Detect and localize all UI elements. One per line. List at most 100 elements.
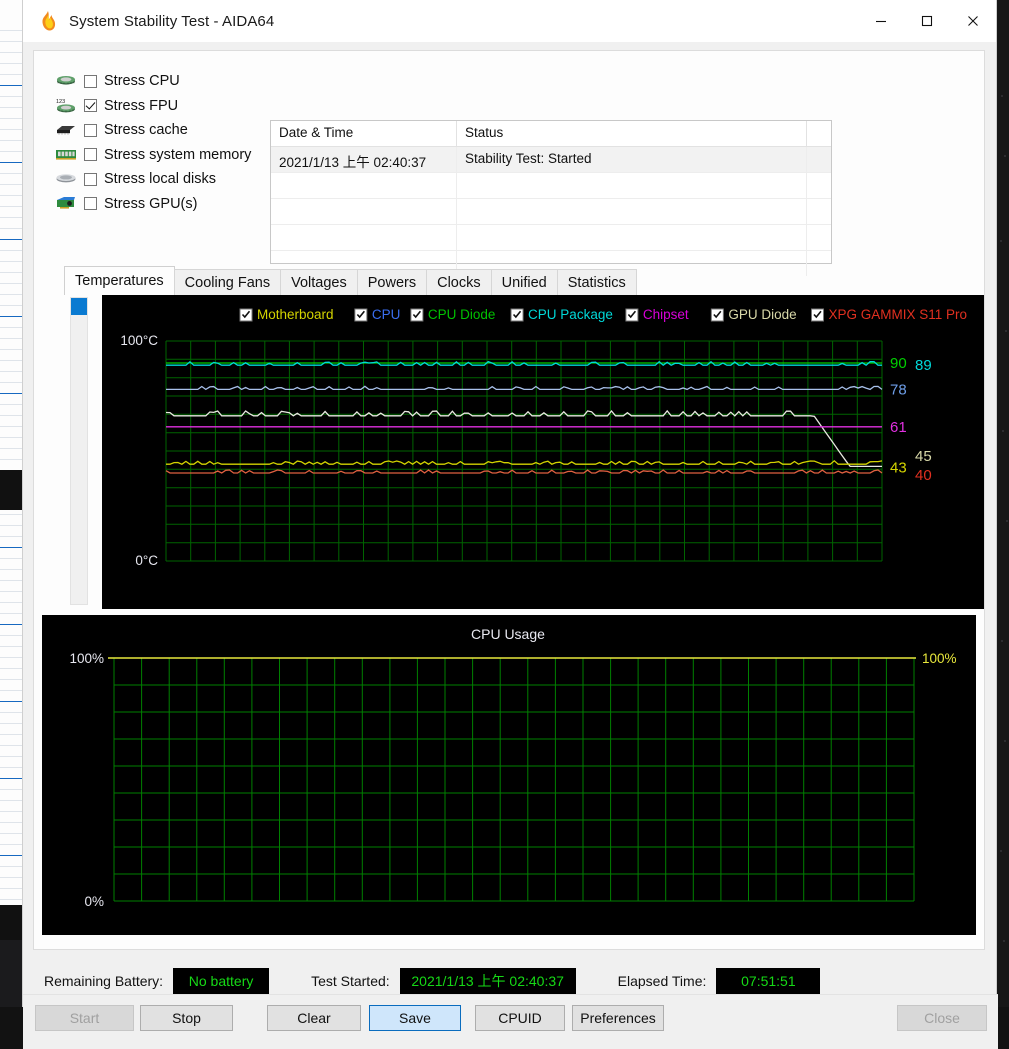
- stress-option-label: Stress local disks: [104, 171, 217, 188]
- elapsed-time-label: Elapsed Time:: [617, 973, 707, 989]
- start-button[interactable]: Start: [35, 1005, 134, 1031]
- svg-text:40: 40: [915, 467, 932, 484]
- stress-cache-checkbox[interactable]: [84, 123, 97, 137]
- tab-strip: Temperatures Cooling Fans Voltages Power…: [64, 266, 984, 295]
- tab-powers[interactable]: Powers: [356, 269, 428, 295]
- stress-options-list: Stress CPU 123 Stress FPU Stress cache S…: [54, 69, 269, 216]
- cell-status: Stability Test: Started: [457, 147, 807, 172]
- tab-label: Clocks: [437, 274, 481, 291]
- stress-option-label: Stress FPU: [104, 97, 179, 114]
- preferences-button[interactable]: Preferences: [572, 1005, 664, 1031]
- system-stability-test-window: System Stability Test - AIDA64 Stress CP…: [22, 0, 998, 1049]
- svg-text:0%: 0%: [84, 894, 104, 909]
- svg-text:Motherboard: Motherboard: [257, 307, 334, 322]
- temperatures-panel: Motherboard CPU CPU Diode CPU Package Chipse…: [64, 295, 984, 609]
- maximize-button[interactable]: [904, 0, 950, 42]
- scrollbar-thumb[interactable]: [71, 298, 87, 315]
- cell-status: [457, 173, 807, 198]
- cell-datetime: [271, 173, 457, 198]
- save-button[interactable]: Save: [369, 1005, 461, 1031]
- cell-spacer: [807, 199, 831, 224]
- stress-gpus-checkbox[interactable]: [84, 197, 97, 211]
- status-log-table[interactable]: Date & Time Status 2021/1/13 上午 02:40:37…: [270, 120, 832, 276]
- tab-cooling-fans[interactable]: Cooling Fans: [173, 269, 282, 295]
- svg-text:GPU Diode: GPU Diode: [728, 307, 796, 322]
- svg-text:100°C: 100°C: [120, 333, 158, 348]
- window-title: System Stability Test - AIDA64: [69, 12, 275, 30]
- tab-label: Statistics: [567, 274, 626, 291]
- minimize-button[interactable]: [858, 0, 904, 42]
- cell-spacer: [807, 225, 831, 250]
- tab-temperatures[interactable]: Temperatures: [64, 266, 175, 295]
- cpu-chip-icon: [54, 72, 78, 90]
- cpu-usage-graph[interactable]: CPU Usage 100% 0% 100%: [42, 615, 976, 935]
- table-row[interactable]: [271, 225, 831, 251]
- tab-label: Voltages: [291, 274, 347, 291]
- tab-clocks[interactable]: Clocks: [426, 269, 492, 295]
- stress-system-memory-checkbox[interactable]: [84, 148, 97, 162]
- svg-text:Chipset: Chipset: [643, 307, 689, 322]
- cell-datetime: [271, 225, 457, 250]
- cell-status: [457, 199, 807, 224]
- svg-text:90: 90: [890, 355, 907, 372]
- background-window-left[interactable]: [0, 0, 22, 940]
- svg-text:123: 123: [56, 99, 65, 105]
- svg-text:43: 43: [890, 459, 907, 476]
- close-button-bottom[interactable]: Close: [897, 1005, 987, 1031]
- svg-text:89: 89: [915, 357, 932, 374]
- stress-option-fpu[interactable]: 123 Stress FPU: [54, 94, 269, 119]
- battery-label: Remaining Battery:: [44, 973, 164, 989]
- svg-text:XPG GAMMIX S11 Pro: XPG GAMMIX S11 Pro: [829, 307, 968, 322]
- tab-label: Cooling Fans: [184, 274, 271, 291]
- close-button[interactable]: [950, 0, 996, 42]
- table-row[interactable]: 2021/1/13 上午 02:40:37 Stability Test: St…: [271, 147, 831, 173]
- column-header-status[interactable]: Status: [457, 121, 807, 146]
- svg-text:61: 61: [890, 419, 907, 436]
- svg-text:100%: 100%: [69, 651, 104, 666]
- test-started-value: 2021/1/13 上午 02:40:37: [399, 968, 576, 994]
- stress-local-disks-checkbox[interactable]: [84, 172, 97, 186]
- cell-spacer: [807, 173, 831, 198]
- svg-text:CPU Diode: CPU Diode: [428, 307, 496, 322]
- cell-spacer: [807, 147, 831, 172]
- cache-chip-icon: [54, 121, 78, 139]
- clear-button[interactable]: Clear: [267, 1005, 361, 1031]
- temperatures-graph[interactable]: Motherboard CPU CPU Diode CPU Package Chipse…: [102, 295, 984, 609]
- button-bar: Start Stop Clear Save CPUID Preferences …: [23, 994, 998, 1049]
- column-header-datetime[interactable]: Date & Time: [271, 121, 457, 146]
- svg-text:CPU Usage: CPU Usage: [471, 626, 545, 642]
- tab-statistics[interactable]: Statistics: [556, 269, 637, 295]
- stress-fpu-checkbox[interactable]: [84, 99, 97, 113]
- stress-option-system-memory[interactable]: Stress system memory: [54, 143, 269, 168]
- memory-module-icon: [54, 146, 78, 164]
- temperatures-scrollbar[interactable]: [70, 297, 88, 605]
- stop-button[interactable]: Stop: [140, 1005, 233, 1031]
- svg-text:0°C: 0°C: [135, 553, 158, 568]
- stress-option-cpu[interactable]: Stress CPU: [54, 69, 269, 94]
- stress-option-label: Stress CPU: [104, 73, 180, 90]
- battery-value: No battery: [173, 968, 270, 994]
- tab-voltages[interactable]: Voltages: [280, 269, 358, 295]
- tab-unified[interactable]: Unified: [490, 269, 558, 295]
- table-row[interactable]: [271, 199, 831, 225]
- stress-option-local-disks[interactable]: Stress local disks: [54, 167, 269, 192]
- test-started-label: Test Started:: [311, 973, 390, 989]
- table-row[interactable]: [271, 173, 831, 199]
- tab-label: Powers: [367, 274, 417, 291]
- svg-text:CPU Package: CPU Package: [528, 307, 613, 322]
- stress-option-cache[interactable]: Stress cache: [54, 118, 269, 143]
- cpuid-button[interactable]: CPUID: [475, 1005, 565, 1031]
- desktop-right-strip: [997, 0, 1009, 1007]
- stress-option-gpus[interactable]: Stress GPU(s): [54, 192, 269, 217]
- flame-icon: [37, 10, 59, 32]
- elapsed-time-value: 07:51:51: [716, 968, 821, 994]
- fpu-chip-icon: 123: [54, 97, 78, 115]
- client-area: Stress CPU 123 Stress FPU Stress cache S…: [23, 42, 998, 1049]
- title-bar[interactable]: System Stability Test - AIDA64: [23, 0, 996, 42]
- tab-label: Unified: [501, 274, 547, 291]
- stress-cpu-checkbox[interactable]: [84, 74, 97, 88]
- hard-disk-icon: [54, 170, 78, 188]
- tab-label: Temperatures: [75, 273, 164, 289]
- svg-text:100%: 100%: [922, 651, 957, 666]
- stress-option-label: Stress GPU(s): [104, 195, 198, 212]
